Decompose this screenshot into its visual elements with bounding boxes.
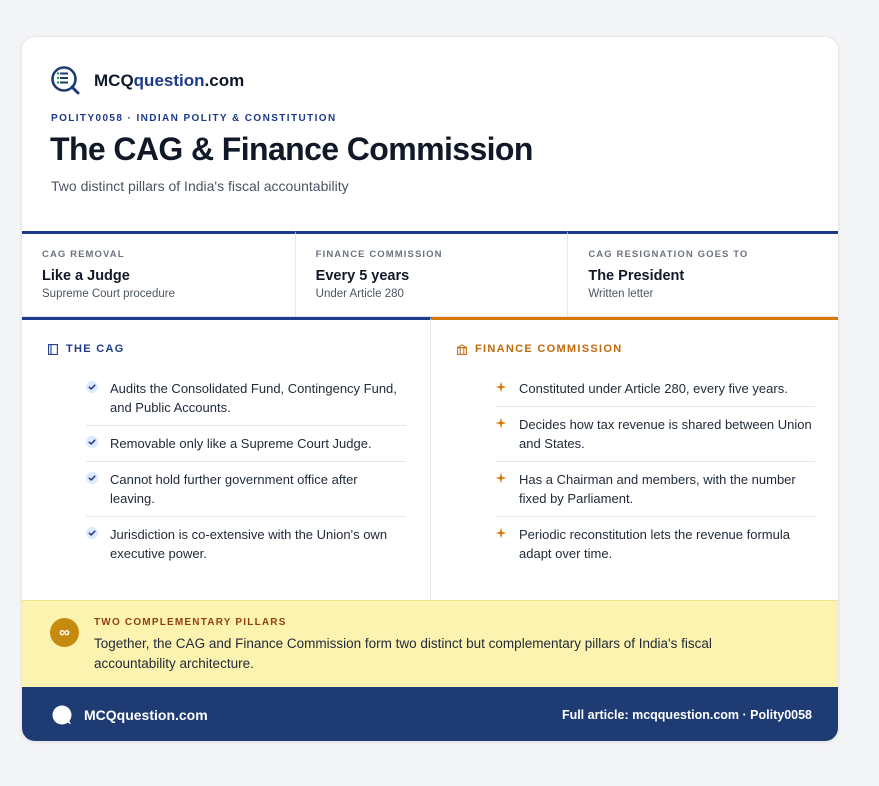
sparkle-icon <box>495 417 507 429</box>
summary-card: MCQquestion.com POLITY0058 · INDIAN POLI… <box>21 36 839 742</box>
list-item: Removable only like a Supreme Court Judg… <box>86 426 406 462</box>
footer-bar: MCQquestion.com Full article: mcqquestio… <box>22 687 838 741</box>
page-title: The CAG & Finance Commission <box>50 131 533 167</box>
stat-subtext: Under Article 280 <box>315 288 404 300</box>
stat-cag-removal: CAG REMOVAL Like a Judge Supreme Court p… <box>22 231 295 317</box>
stat-finance-commission: FINANCE COMMISSION Every 5 years Under A… <box>294 231 568 317</box>
stat-row: CAG REMOVAL Like a Judge Supreme Court p… <box>22 231 838 317</box>
check-badge-icon <box>86 527 98 539</box>
brand[interactable]: MCQquestion.com <box>51 66 244 95</box>
sparkle-icon <box>495 381 507 393</box>
card-header: MCQquestion.com POLITY0058 · INDIAN POLI… <box>22 37 838 231</box>
page-subtitle: Two distinct pillars of India's fiscal a… <box>51 178 349 194</box>
list-item: Has a Chairman and members, with the num… <box>495 462 815 517</box>
sparkle-icon <box>495 472 507 484</box>
list-item: Constituted under Article 280, every fiv… <box>495 371 815 407</box>
list-item: Decides how tax revenue is shared betwee… <box>495 407 815 462</box>
stat-label: FINANCE COMMISSION <box>315 249 443 260</box>
stat-value: Every 5 years <box>315 268 410 284</box>
stat-subtext: Supreme Court procedure <box>42 288 175 300</box>
topic-kicker: POLITY0058 · INDIAN POLITY & CONSTITUTIO… <box>51 113 337 124</box>
infinity-icon: ∞ <box>50 618 79 647</box>
brand-name: MCQquestion.com <box>94 70 245 90</box>
list-item: Periodic reconstitution lets the revenue… <box>495 517 815 571</box>
comparison-columns: THE CAG Audits the Consolidated Fund, Co… <box>22 317 838 600</box>
stat-value: The President <box>588 268 685 284</box>
list-item: Jurisdiction is co-extensive with the Un… <box>86 517 406 571</box>
check-badge-icon <box>86 472 98 484</box>
stat-label: CAG REMOVAL <box>42 249 125 260</box>
stat-label: CAG RESIGNATION GOES TO <box>588 249 749 260</box>
check-badge-icon <box>86 436 98 448</box>
stat-cag-resignation: CAG RESIGNATION GOES TO The President Wr… <box>567 231 838 317</box>
full-article-link[interactable]: Full article: mcqquestion.com · Polity00… <box>562 708 812 722</box>
callout-label: TWO COMPLEMENTARY PILLARS <box>94 617 287 628</box>
sparkle-icon <box>495 527 507 539</box>
finance-commission-heading: FINANCE COMMISSION <box>457 343 622 355</box>
list-item: Cannot hold further government office af… <box>86 462 406 517</box>
cag-list: Audits the Consolidated Fund, Contingenc… <box>86 371 406 571</box>
speech-bubble-icon <box>52 705 72 725</box>
book-icon <box>48 343 58 355</box>
footer-brand[interactable]: MCQquestion.com <box>84 707 208 723</box>
callout-text: Together, the CAG and Finance Commission… <box>94 636 712 671</box>
list-item: Audits the Consolidated Fund, Contingenc… <box>86 371 406 426</box>
stat-value: Like a Judge <box>42 268 130 284</box>
finance-commission-column: FINANCE COMMISSION Constituted under Art… <box>431 317 838 600</box>
callout-box: ∞ TWO COMPLEMENTARY PILLARS Together, th… <box>22 600 838 687</box>
check-badge-icon <box>86 381 98 393</box>
bank-icon <box>457 343 467 355</box>
finance-commission-list: Constituted under Article 280, every fiv… <box>495 371 815 571</box>
cag-column: THE CAG Audits the Consolidated Fund, Co… <box>22 317 431 600</box>
stat-subtext: Written letter <box>588 288 654 300</box>
cag-heading: THE CAG <box>48 343 125 355</box>
finance-commission-heading-label: FINANCE COMMISSION <box>475 343 623 355</box>
cag-heading-label: THE CAG <box>66 343 125 355</box>
quiz-checklist-magnifier-icon <box>51 66 80 95</box>
